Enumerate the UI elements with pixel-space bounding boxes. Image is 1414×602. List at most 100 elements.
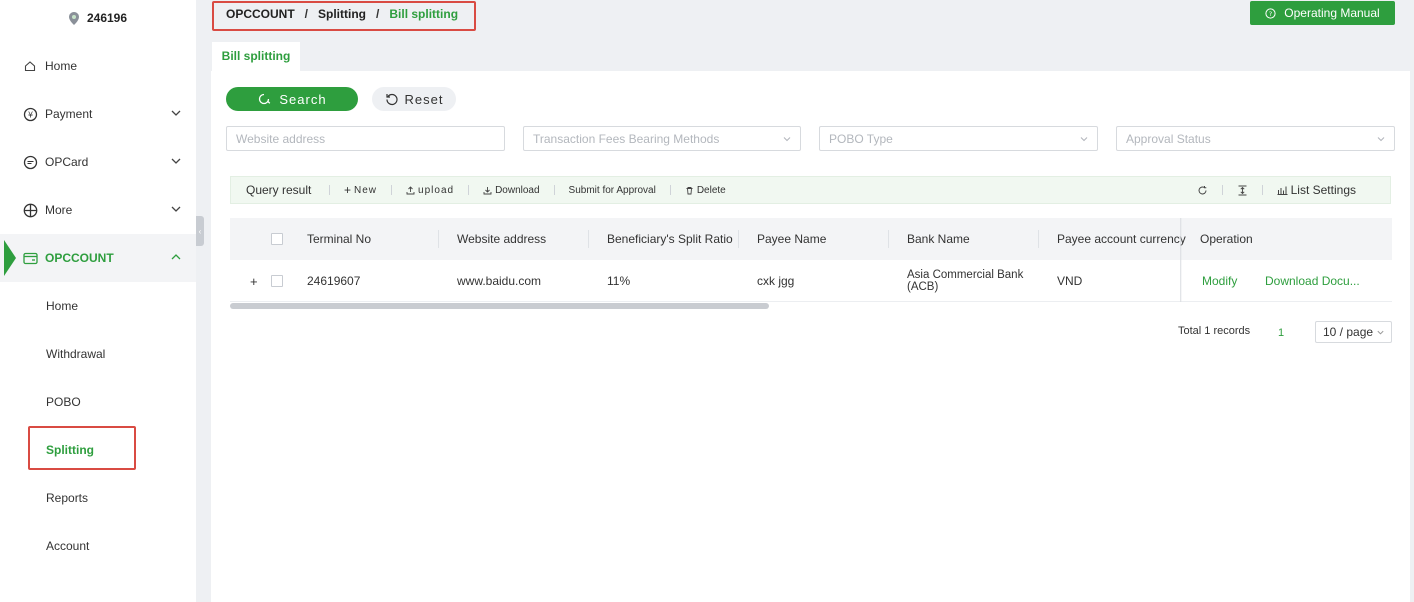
website-address-input[interactable]	[226, 126, 505, 151]
upload-icon	[406, 185, 415, 194]
download-button[interactable]: Download	[469, 185, 553, 196]
page-size-value: 10 / page	[1323, 325, 1374, 339]
toolbar-right-actions: List Settings	[1197, 183, 1356, 197]
subnav-label: Reports	[46, 491, 89, 505]
reset-button[interactable]: Reset	[372, 87, 456, 111]
sidebar-item-label: More	[45, 203, 73, 217]
search-refresh-icon	[259, 93, 271, 105]
subnav-item-account[interactable]: Account	[0, 522, 196, 570]
chevron-up-icon[interactable]	[170, 251, 182, 263]
new-button[interactable]: + New	[330, 183, 391, 197]
modify-link[interactable]: Modify	[1202, 260, 1237, 302]
search-button[interactable]: Search	[226, 87, 358, 111]
plus-icon: +	[344, 183, 352, 197]
breadcrumb-separator: /	[376, 7, 380, 21]
sidebar-item-opcard[interactable]: OPCard	[0, 138, 196, 186]
subnav-label: Withdrawal	[46, 347, 106, 361]
sidebar-item-home[interactable]: Home	[0, 42, 196, 90]
pobo-type-select[interactable]: POBO Type	[819, 126, 1098, 151]
column-divider	[888, 230, 889, 248]
subnav-item-splitting[interactable]: Splitting	[0, 426, 196, 474]
fees-bearing-select[interactable]: Transaction Fees Bearing Methods	[523, 126, 801, 151]
refresh-button[interactable]	[1197, 185, 1208, 196]
reset-icon	[385, 93, 398, 106]
bank-name-line-1: Asia Commercial Bank	[907, 269, 1024, 281]
row-checkbox[interactable]	[271, 275, 283, 287]
approval-status-select[interactable]: Approval Status	[1116, 126, 1395, 151]
website-address-field[interactable]	[236, 131, 504, 146]
sidebar-item-label: Payment	[45, 107, 93, 121]
sidebar-item-label: OPCard	[45, 155, 89, 169]
subnav-label: Splitting	[46, 443, 94, 457]
chevron-down-icon[interactable]	[170, 107, 182, 119]
list-settings-button[interactable]: List Settings	[1277, 183, 1356, 197]
upload-button[interactable]: upload	[392, 185, 468, 196]
sidebar-item-label: Home	[45, 59, 78, 73]
download-label: Download	[495, 184, 540, 196]
cell-currency: VND	[1057, 274, 1083, 288]
cell-split-ratio: 11%	[607, 274, 631, 288]
row-select-cell[interactable]	[271, 260, 283, 302]
subnav-item-home[interactable]: Home	[0, 282, 196, 330]
new-label: New	[354, 184, 378, 196]
subnav-item-pobo[interactable]: POBO	[0, 378, 196, 426]
density-button[interactable]	[1237, 185, 1248, 196]
column-divider	[738, 230, 739, 248]
table-horizontal-scrollbar[interactable]	[230, 303, 769, 309]
download-document-link[interactable]: Download Docu...	[1265, 260, 1360, 302]
fixed-column-shadow	[1180, 218, 1182, 302]
total-records: Total 1 records	[1178, 325, 1251, 337]
search-label: Search	[279, 91, 327, 107]
svg-text:¥: ¥	[27, 110, 32, 119]
cell-payee-name: cxk jgg	[757, 274, 795, 288]
chevron-left-icon: ‹	[198, 226, 202, 236]
submit-approval-button[interactable]: Submit for Approval	[555, 185, 670, 196]
help-circle-icon: ?	[1265, 7, 1276, 19]
table-header: Terminal No Website address Beneficiary'…	[230, 218, 1392, 260]
card-icon	[22, 154, 38, 170]
toolbar-divider	[1261, 185, 1263, 195]
subnav-label: Home	[46, 299, 79, 313]
sidebar-item-label: OPCCOUNT	[45, 251, 114, 265]
sidebar-item-payment[interactable]: ¥ Payment	[0, 90, 196, 138]
refresh-icon	[1198, 185, 1207, 194]
reset-label: Reset	[404, 91, 444, 107]
column-header-payee-name: Payee Name	[757, 232, 827, 246]
row-expand-toggle[interactable]: +	[250, 260, 258, 302]
select-all-cell[interactable]	[271, 218, 283, 260]
column-header-currency: Payee account currency	[1057, 232, 1186, 246]
breadcrumb-parent[interactable]: Splitting	[318, 7, 366, 21]
location-pin-icon	[68, 11, 79, 25]
sidebar-collapse-handle[interactable]: ‹	[196, 216, 204, 246]
home-icon	[22, 58, 38, 74]
sidebar: 246196 Home ¥ Payment OPCard More OPCCOU…	[0, 0, 196, 602]
sidebar-item-more[interactable]: More	[0, 186, 196, 234]
subnav-label: POBO	[46, 395, 81, 409]
chevron-down-icon[interactable]	[170, 203, 182, 215]
list-settings-label: List Settings	[1290, 183, 1356, 197]
breadcrumb-root[interactable]: OPCCOUNT	[226, 7, 295, 21]
tab-bill-splitting[interactable]: Bill splitting	[212, 42, 300, 72]
select-all-checkbox[interactable]	[271, 233, 283, 245]
tab-label: Bill splitting	[221, 49, 291, 63]
upload-label: upload	[418, 184, 455, 196]
bank-name-line-2: (ACB)	[907, 281, 939, 293]
page-number-current[interactable]: 1	[1278, 327, 1284, 339]
cell-terminal-no: 24619607	[307, 274, 361, 288]
table-row: + 24619607 www.baidu.com 11% cxk jgg Asi…	[230, 260, 1392, 302]
page-size-select[interactable]: 10 / page	[1315, 321, 1392, 343]
operating-manual-button[interactable]: ? Operating Manual	[1250, 1, 1395, 25]
subnav-item-withdrawal[interactable]: Withdrawal	[0, 330, 196, 378]
account-id: 246196	[86, 11, 128, 25]
column-header-split-ratio: Beneficiary's Split Ratio	[607, 232, 733, 246]
subnav-item-reports[interactable]: Reports	[0, 474, 196, 522]
sidebar-item-opccount[interactable]: OPCCOUNT	[0, 234, 196, 282]
chevron-down-icon	[1377, 330, 1384, 335]
chevron-down-icon[interactable]	[170, 155, 182, 167]
svg-text:?: ?	[1269, 10, 1272, 18]
delete-button[interactable]: Delete	[671, 185, 740, 196]
bar-chart-icon	[1277, 186, 1288, 195]
download-icon	[483, 186, 492, 194]
breadcrumb-current: Bill splitting	[389, 7, 459, 21]
submit-approval-label: Submit for Approval	[568, 184, 656, 196]
